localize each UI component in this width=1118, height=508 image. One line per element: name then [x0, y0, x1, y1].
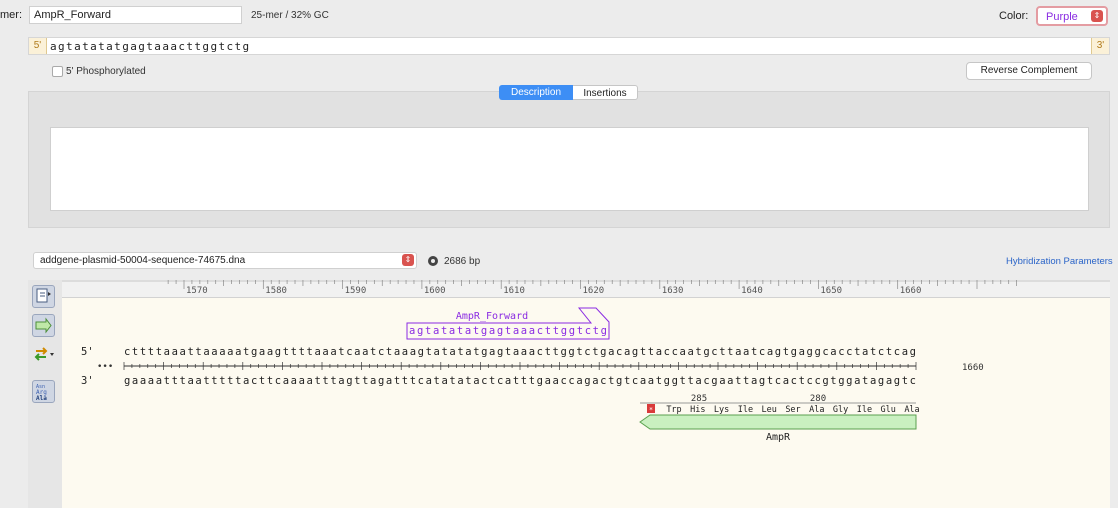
swap-strands-icon[interactable]	[32, 343, 55, 366]
color-label: Color:	[999, 10, 1029, 22]
amino-acid-trp: Trp	[666, 405, 681, 415]
primer-annotation-sequence: agtatatatgagtaaacttggtctg	[409, 325, 607, 337]
ruler: 1570 1580 1590 1600 1610 1620 1630 1640 1650 1660	[62, 280, 1110, 298]
description-textarea[interactable]	[50, 127, 1089, 211]
ruler-tick-label: 1620	[583, 286, 605, 296]
amino-acid-ile: Ile	[857, 405, 872, 415]
amino-acid-gly: Gly	[833, 405, 848, 415]
stop-codon-mark: *	[649, 406, 653, 414]
end-position-label: 1660	[962, 363, 984, 373]
color-value: Purple	[1046, 11, 1078, 23]
ruler-tick-label: 1600	[424, 286, 446, 296]
translation-position: 285	[691, 394, 707, 404]
top-strand-label: 5'	[81, 346, 94, 358]
bottom-strand-label: 3'	[81, 375, 94, 387]
ruler-tick-label: 1580	[265, 286, 287, 296]
primer-stats: 25-mer / 32% GC	[251, 10, 329, 21]
color-select[interactable]: Purple ⇕	[1036, 6, 1108, 26]
tab-insertions[interactable]: Insertions	[573, 85, 638, 100]
arrow-feature-icon[interactable]	[32, 314, 55, 337]
template-file-select[interactable]: addgene-plasmid-50004-sequence-74675.dna…	[33, 252, 417, 269]
sequence-axis	[123, 362, 917, 370]
phosphorylated-label: 5' Phosphorylated	[66, 66, 146, 77]
primer-annotation-label: AmpR_Forward	[456, 311, 528, 322]
ruler-tick-label: 1590	[345, 286, 367, 296]
ruler-tick-label: 1640	[741, 286, 763, 296]
primer-sequence-text: agtatatatgagtaaacttggtctg	[50, 40, 251, 53]
amino-acid-glu: Glu	[881, 405, 896, 415]
template-file-name: addgene-plasmid-50004-sequence-74675.dna	[40, 255, 246, 266]
amino-acid-lys: Lys	[714, 405, 729, 415]
ruler-tick-label: 1650	[820, 286, 842, 296]
ruler-tick-label: 1630	[662, 286, 684, 296]
primer-sequence-field[interactable]: 5' agtatatatgagtaaacttggtctg 3'	[28, 37, 1110, 55]
top-strand-sequence[interactable]: cttttaaattaaaaatgaagttttaaatcaatctaaagta…	[124, 346, 916, 358]
amino-acid-ala: Ala	[809, 405, 824, 415]
bottom-strand-sequence[interactable]: gaaaatttaatttttacttcaaaatttagttagatttcat…	[124, 375, 916, 387]
ellipsis-icon: •••	[97, 362, 113, 372]
ruler-tick-label: 1610	[503, 286, 525, 296]
circular-plasmid-icon	[428, 256, 438, 266]
sequence-map-canvas: AmpR_Forward agtatatatgagtaaacttggtctg 5…	[81, 307, 984, 443]
select-cursor-icon[interactable]	[32, 285, 55, 308]
hybridization-parameters-link[interactable]: Hybridization Parameters	[1006, 256, 1113, 267]
amino-acid-row: Trp His Lys Ile Leu Ser Ala Gly Ile Glu Ala	[666, 405, 919, 415]
translation-position: 280	[810, 394, 826, 404]
five-prime-tag: 5'	[29, 38, 47, 54]
ampr-feature-arrow[interactable]	[639, 414, 917, 430]
phosphorylated-checkbox[interactable]	[52, 66, 63, 77]
amino-acid-ala: Ala	[904, 405, 919, 415]
amino-acid-ile: Ile	[738, 405, 753, 415]
sequence-toolbar: Asn Arg Ala	[28, 280, 63, 508]
ruler-ticks: 1570 1580 1590 1600 1610 1620 1630 1640 1650 1660	[62, 280, 1110, 296]
primer-name-input[interactable]: AmpR_Forward	[29, 6, 242, 24]
amino-acid-ser: Ser	[785, 405, 800, 415]
reverse-complement-button[interactable]: Reverse Complement	[966, 62, 1092, 80]
amino-acid-icon[interactable]: Asn Arg Ala	[32, 380, 55, 403]
stepper-icon: ⇕	[402, 254, 414, 266]
stepper-icon: ⇕	[1091, 10, 1103, 22]
ruler-tick-label: 1660	[900, 286, 922, 296]
amino-acid-leu: Leu	[762, 405, 777, 415]
feature-label: AmpR	[766, 432, 791, 443]
ruler-tick-label: 1570	[186, 286, 208, 296]
tab-description[interactable]: Description	[499, 85, 573, 100]
primer-label: mer:	[0, 9, 22, 21]
amino-acid-his: His	[690, 405, 705, 415]
three-prime-tag: 3'	[1091, 38, 1109, 54]
svg-text:Ala: Ala	[36, 395, 47, 402]
template-length: 2686 bp	[444, 256, 481, 267]
